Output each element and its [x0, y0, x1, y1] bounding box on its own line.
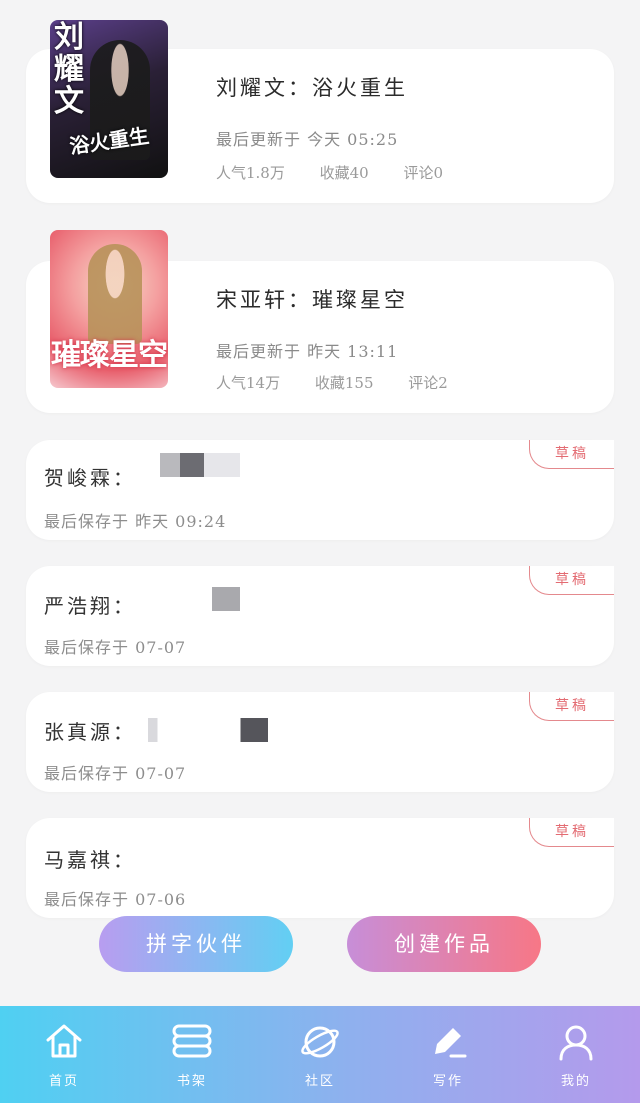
book-stats: 人气14万 收藏155 评论2 [216, 372, 478, 393]
tab-profile[interactable]: 我的 [526, 1006, 626, 1103]
tab-write[interactable]: 写作 [398, 1006, 498, 1103]
book-stats: 人气1.8万 收藏40 评论0 [216, 162, 473, 183]
draft-title[interactable]: 贺峻霖： [44, 462, 136, 491]
book-cover-2[interactable]: 璀璨星空 [50, 230, 168, 388]
book-updated: 最后更新于 今天 05:25 [216, 130, 399, 149]
pen-icon [435, 1028, 467, 1058]
tab-label: 书架 [176, 1074, 207, 1089]
book-title[interactable]: 刘耀文：浴火重生 [216, 72, 408, 102]
bookshelf-icon [172, 1024, 212, 1058]
draft-saved: 最后保存于 07-07 [44, 638, 187, 657]
redacted-title [212, 587, 240, 611]
home-icon [46, 1024, 82, 1058]
draft-saved: 最后保存于 07-07 [44, 764, 187, 783]
draft-saved: 最后保存于 07-06 [44, 890, 187, 909]
draft-badge: 草稿 [529, 440, 614, 469]
create-work-button[interactable]: 创建作品 [347, 916, 541, 972]
cover-title: 刘耀文 [54, 20, 84, 119]
favorites: 收藏40 [319, 164, 369, 182]
redacted-title [148, 718, 268, 742]
tab-label: 社区 [304, 1074, 335, 1089]
tab-label: 我的 [560, 1074, 591, 1089]
book-title[interactable]: 宋亚轩：璀璨星空 [216, 284, 408, 314]
planet-icon [301, 1026, 339, 1058]
comments: 评论2 [408, 374, 448, 392]
draft-title[interactable]: 马嘉祺： [44, 844, 136, 873]
comments: 评论0 [403, 164, 444, 182]
tab-bookshelf[interactable]: 书架 [142, 1006, 242, 1103]
popularity: 人气1.8万 [216, 164, 285, 182]
tab-label: 首页 [48, 1074, 79, 1089]
book-updated: 最后更新于 昨天 13:11 [216, 342, 399, 361]
draft-badge: 草稿 [529, 818, 614, 847]
draft-badge: 草稿 [529, 566, 614, 595]
bottom-tab-bar: 首页 书架 社区 写作 我的 [0, 1006, 640, 1103]
tab-home[interactable]: 首页 [14, 1006, 114, 1103]
cover-figure [88, 244, 142, 344]
tab-community[interactable]: 社区 [270, 1006, 370, 1103]
draft-title[interactable]: 严浩翔： [44, 590, 136, 619]
draft-saved: 最后保存于 昨天 09:24 [44, 512, 227, 531]
partner-button[interactable]: 拼字伙伴 [99, 916, 293, 972]
draft-badge: 草稿 [529, 692, 614, 721]
favorites: 收藏155 [314, 374, 374, 392]
user-icon [559, 1025, 593, 1061]
redacted-title [160, 453, 240, 477]
tab-label: 写作 [432, 1074, 463, 1089]
draft-title[interactable]: 张真源： [44, 716, 136, 745]
cover-subtitle: 璀璨星空 [51, 338, 168, 373]
popularity: 人气14万 [216, 374, 281, 392]
book-cover-1[interactable]: 刘耀文 浴火重生 [50, 20, 168, 178]
